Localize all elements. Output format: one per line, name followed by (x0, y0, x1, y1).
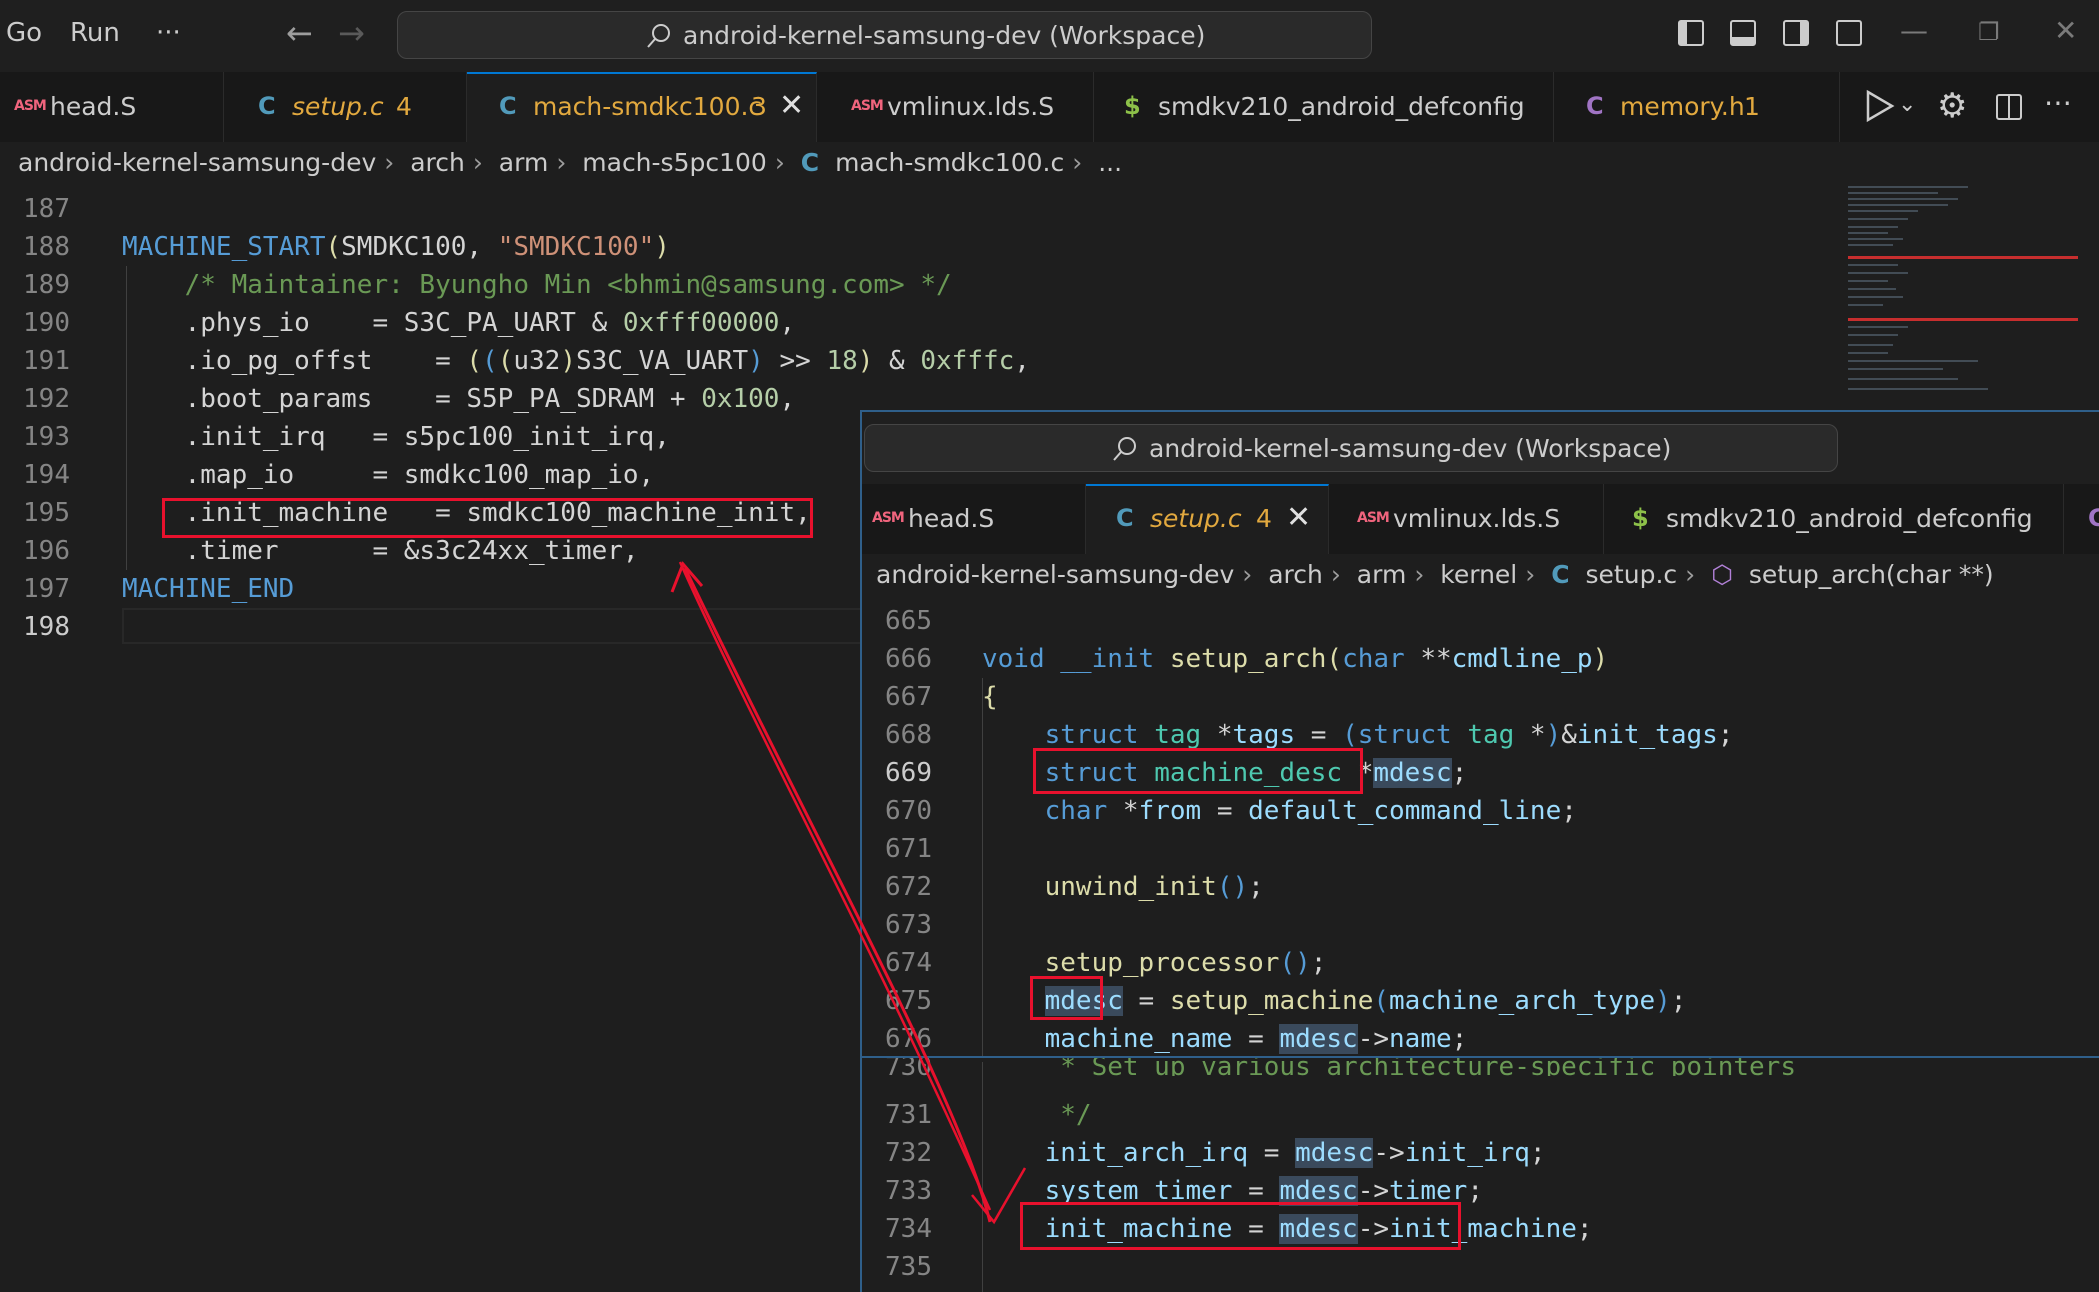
annotation-arrowhead (971, 1167, 1027, 1225)
annotation-arrow (678, 561, 992, 1211)
annotation-arrow-layer (670, 561, 1027, 1225)
annotation-arrow (683, 567, 992, 1223)
